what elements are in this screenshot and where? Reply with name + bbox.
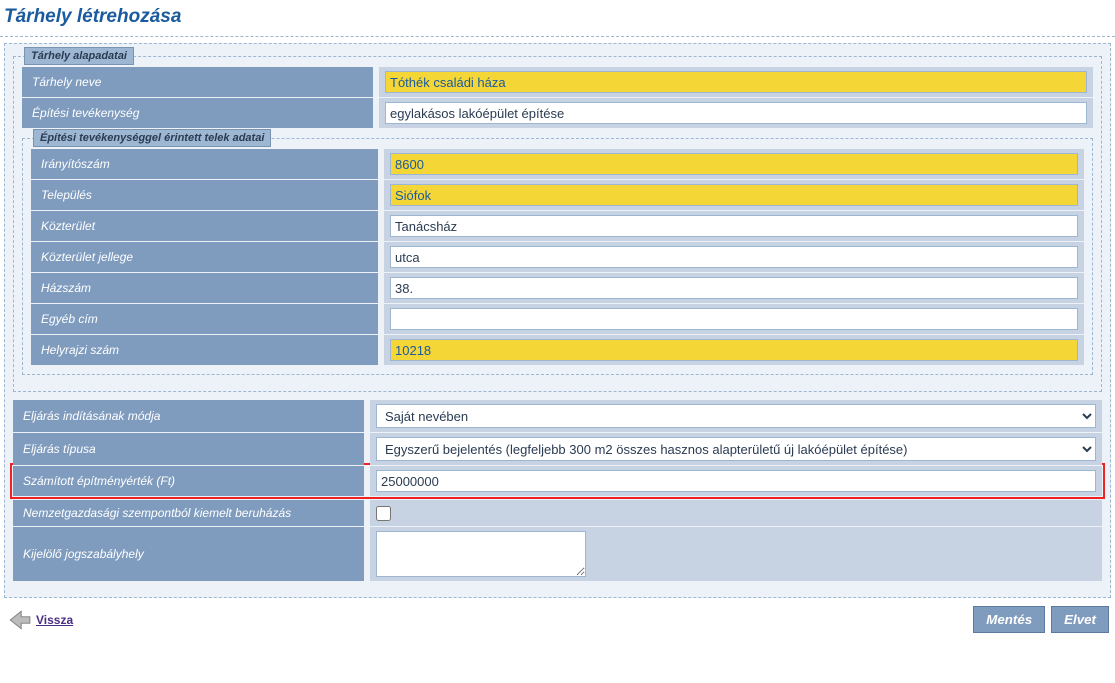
input-calc-value[interactable] bbox=[376, 470, 1096, 492]
fieldset-plot: Építési tevékenységgel érintett telek ad… bbox=[22, 138, 1093, 375]
label-priority: Nemzetgazdasági szempontból kiemelt beru… bbox=[13, 500, 364, 526]
row-activity: Építési tevékenység bbox=[22, 98, 1093, 128]
label-street-type: Közterület jellege bbox=[31, 242, 378, 272]
input-zip[interactable] bbox=[390, 153, 1078, 175]
input-street-type[interactable] bbox=[390, 246, 1078, 268]
legend-plot: Építési tevékenységgel érintett telek ad… bbox=[33, 129, 271, 147]
checkbox-priority[interactable] bbox=[376, 506, 391, 521]
value-name-wrap bbox=[379, 67, 1093, 97]
textarea-law-ref[interactable] bbox=[376, 531, 586, 577]
label-proc-type: Eljárás típusa bbox=[13, 433, 364, 465]
label-law-ref: Kijelölő jogszabályhely bbox=[13, 527, 364, 581]
input-other-addr[interactable] bbox=[390, 308, 1078, 330]
label-activity: Építési tevékenység bbox=[22, 98, 373, 128]
input-activity[interactable] bbox=[385, 102, 1087, 124]
main-panel: Tárhely alapadatai Tárhely neve Építési … bbox=[4, 43, 1111, 598]
input-street[interactable] bbox=[390, 215, 1078, 237]
row-street: Közterület bbox=[31, 211, 1084, 241]
save-button[interactable]: Mentés bbox=[973, 606, 1045, 633]
fieldset-procedure: Eljárás indításának módja Saját nevében … bbox=[13, 400, 1102, 581]
input-name[interactable] bbox=[385, 71, 1087, 93]
legend-main: Tárhely alapadatai bbox=[24, 47, 134, 65]
row-city: Település bbox=[31, 180, 1084, 210]
row-zip: Irányítószám bbox=[31, 149, 1084, 179]
input-house-no[interactable] bbox=[390, 277, 1078, 299]
label-zip: Irányítószám bbox=[31, 149, 378, 179]
label-proc-mode: Eljárás indításának módja bbox=[13, 400, 364, 432]
row-proc-mode: Eljárás indításának módja Saját nevében bbox=[13, 400, 1102, 432]
back-label: Vissza bbox=[36, 613, 73, 627]
row-house-no: Házszám bbox=[31, 273, 1084, 303]
row-law-ref: Kijelölő jogszabályhely bbox=[13, 527, 1102, 581]
label-house-no: Házszám bbox=[31, 273, 378, 303]
back-link[interactable]: Vissza bbox=[6, 607, 73, 633]
select-proc-type[interactable]: Egyszerű bejelentés (legfeljebb 300 m2 ö… bbox=[376, 437, 1096, 461]
select-proc-mode[interactable]: Saját nevében bbox=[376, 404, 1096, 428]
row-street-type: Közterület jellege bbox=[31, 242, 1084, 272]
discard-button[interactable]: Elvet bbox=[1051, 606, 1109, 633]
row-lot-no: Helyrajzi szám bbox=[31, 335, 1084, 365]
divider bbox=[0, 36, 1115, 37]
footer: Vissza Mentés Elvet bbox=[0, 600, 1115, 643]
value-activity-wrap bbox=[379, 98, 1093, 128]
fieldset-main: Tárhely alapadatai Tárhely neve Építési … bbox=[13, 56, 1102, 392]
input-lot-no[interactable] bbox=[390, 339, 1078, 361]
row-name: Tárhely neve bbox=[22, 67, 1093, 97]
label-lot-no: Helyrajzi szám bbox=[31, 335, 378, 365]
input-city[interactable] bbox=[390, 184, 1078, 206]
label-street: Közterület bbox=[31, 211, 378, 241]
arrow-left-icon bbox=[6, 607, 32, 633]
label-calc-value: Számított építményérték (Ft) bbox=[13, 466, 364, 496]
row-priority: Nemzetgazdasági szempontból kiemelt beru… bbox=[13, 500, 1102, 526]
label-other-addr: Egyéb cím bbox=[31, 304, 378, 334]
label-city: Település bbox=[31, 180, 378, 210]
page-title: Tárhely létrehozása bbox=[0, 0, 1115, 34]
row-calc-value-highlight: Számított építményérték (Ft) bbox=[10, 463, 1105, 499]
row-other-addr: Egyéb cím bbox=[31, 304, 1084, 334]
row-proc-type: Eljárás típusa Egyszerű bejelentés (legf… bbox=[13, 433, 1102, 465]
label-name: Tárhely neve bbox=[22, 67, 373, 97]
